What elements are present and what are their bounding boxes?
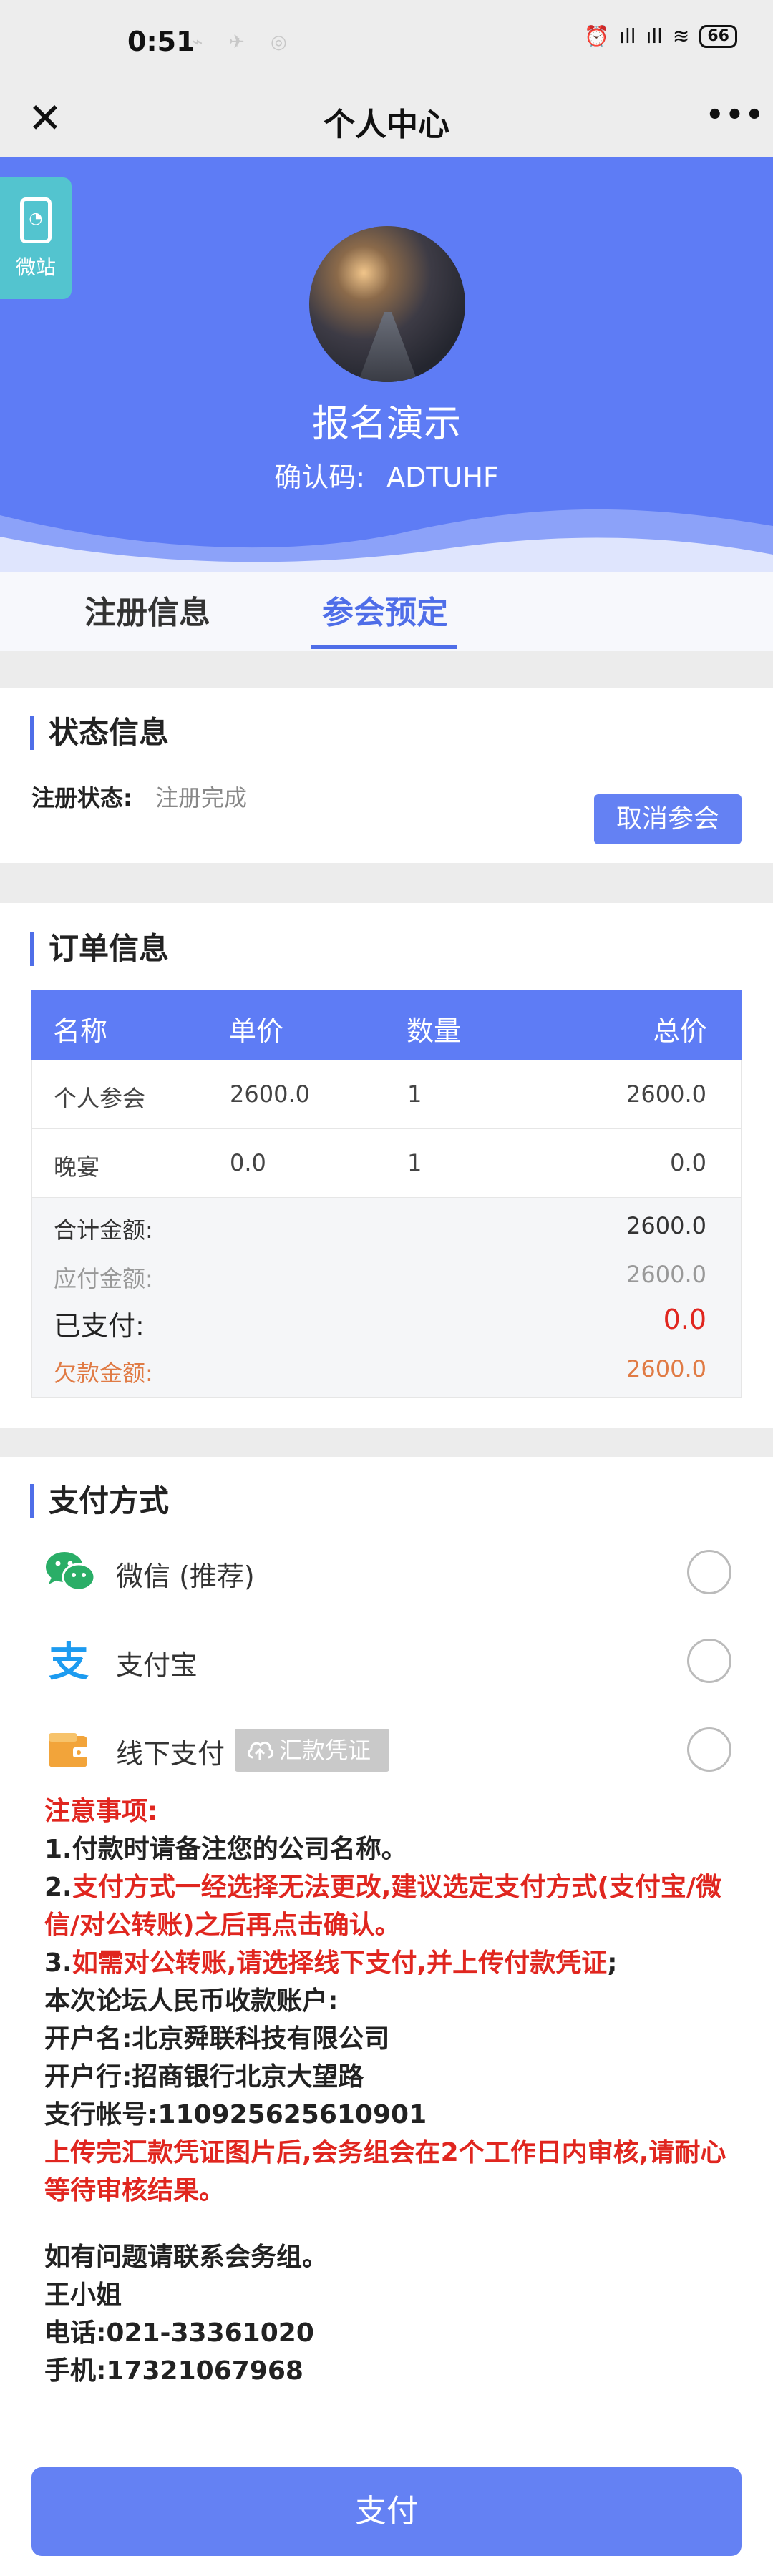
col-price: 单价 xyxy=(229,1015,284,1047)
cloud-upload-icon xyxy=(247,1741,274,1760)
table-header: 名称 单价 数量 总价 xyxy=(31,990,742,1060)
profile-header: ◔ 微站 报名演示 确认码: ADTUHF xyxy=(0,157,773,572)
offline-radio[interactable] xyxy=(687,1727,731,1772)
signal-icon-2: ıll xyxy=(646,24,663,48)
due-value: 2600.0 xyxy=(626,1261,706,1288)
row-price: 0.0 xyxy=(230,1149,266,1176)
payment-option-alipay[interactable]: 支 支付宝 xyxy=(44,1631,731,1689)
contact-title: 如有问题请联系会务组。 xyxy=(44,2243,329,2272)
row-name: 晚宴 xyxy=(54,1153,100,1181)
tab-active-indicator xyxy=(311,645,457,649)
owed-label: 欠款金额: xyxy=(54,1360,153,1387)
notes-line-3: 3.如需对公转账,请选择线下支付,并上传付款凭证; xyxy=(44,1948,618,1978)
battery-icon: 66 xyxy=(699,24,737,48)
col-total: 总价 xyxy=(652,1015,707,1047)
page-title: 个人中心 xyxy=(324,107,449,143)
row-qty: 1 xyxy=(407,1149,422,1176)
alipay-label: 支付宝 xyxy=(116,1649,198,1681)
tab-registration[interactable]: 注册信息 xyxy=(84,587,210,633)
offline-label: 线下支付 xyxy=(116,1738,225,1770)
status-time: 0:51 xyxy=(127,26,195,57)
reg-status-row: 注册状态: 注册完成 xyxy=(31,780,247,813)
weizhan-button[interactable]: ◔ 微站 xyxy=(0,177,72,299)
notes-heading: 注意事项: xyxy=(44,1797,158,1826)
upload-voucher-label: 汇款凭证 xyxy=(279,1737,371,1764)
status-notification-icons: ⌁ ✈ ◎ xyxy=(192,31,297,53)
review-note: 上传完汇款凭证图片后,会务组会在2个工作日内审核,请耐心等待审核结果。 xyxy=(44,2138,726,2205)
payment-option-wechat[interactable]: 微信 (推荐) xyxy=(44,1543,731,1600)
total-value: 2600.0 xyxy=(626,1212,706,1239)
pay-button[interactable]: 支付 xyxy=(31,2467,742,2556)
notes-line-1: 1.付款时请备注您的公司名称。 xyxy=(44,1835,407,1864)
wallet-icon xyxy=(49,1733,89,1767)
account-title: 本次论坛人民币收款账户: xyxy=(44,1986,339,2016)
user-name: 报名演示 xyxy=(311,403,461,446)
order-section-title: 订单信息 xyxy=(30,932,169,966)
paid-label: 已支付: xyxy=(54,1310,145,1342)
signal-icon: ıll xyxy=(619,24,636,48)
contact-name: 王小姐 xyxy=(44,2280,122,2310)
reg-status-value: 注册完成 xyxy=(155,784,247,811)
cancel-attendance-button[interactable]: 取消参会 xyxy=(594,794,742,844)
account-name: 开户名:北京舜联科技有限公司 xyxy=(44,2024,390,2054)
account-bank: 开户行:招商银行北京大望路 xyxy=(44,2062,364,2092)
payment-notes: 注意事项: 1.付款时请备注您的公司名称。 2.支付方式一经选择无法更改,建议选… xyxy=(44,1792,746,2390)
col-qty: 数量 xyxy=(407,1015,462,1047)
avatar xyxy=(309,226,465,382)
owed-value: 2600.0 xyxy=(626,1355,706,1382)
upload-voucher-button[interactable]: 汇款凭证 xyxy=(235,1729,389,1772)
tab-bar: 注册信息 参会预定 xyxy=(0,572,773,651)
paid-value: 0.0 xyxy=(663,1304,706,1335)
header-wave xyxy=(0,509,773,572)
table-row: 晚宴 0.0 1 0.0 xyxy=(31,1129,742,1198)
row-total: 2600.0 xyxy=(626,1080,706,1108)
due-label: 应付金额: xyxy=(54,1265,153,1292)
payment-option-offline[interactable]: 线下支付 汇款凭证 xyxy=(44,1720,731,1777)
weizhan-label: 微站 xyxy=(15,255,56,279)
row-name: 个人参会 xyxy=(54,1085,146,1112)
reg-status-label: 注册状态: xyxy=(31,784,132,811)
notes-line-2: 2.支付方式一经选择无法更改,建议选定支付方式(支付宝/微信/对公转账)之后再点… xyxy=(44,1873,722,1940)
order-summary: 合计金额: 2600.0 应付金额: 2600.0 已支付: 0.0 欠款金额:… xyxy=(31,1198,742,1398)
contact-phone: 电话:021-33361020 xyxy=(44,2318,314,2348)
phone-chat-icon: ◔ xyxy=(20,197,52,243)
wifi-icon: ≋ xyxy=(672,24,690,48)
nav-bar: ✕ 个人中心 ••• xyxy=(0,79,773,157)
wechat-label: 微信 (推荐) xyxy=(116,1561,255,1592)
contact-mobile: 手机:17321067968 xyxy=(44,2356,303,2386)
status-section-title: 状态信息 xyxy=(30,716,169,750)
alipay-radio[interactable] xyxy=(687,1639,731,1683)
tab-booking[interactable]: 参会预定 xyxy=(322,587,448,633)
col-name: 名称 xyxy=(53,1015,108,1047)
payment-section-title: 支付方式 xyxy=(30,1484,169,1518)
account-number: 支行帐号:110925625610901 xyxy=(44,2100,427,2129)
wechat-icon xyxy=(46,1552,96,1591)
row-total: 0.0 xyxy=(670,1149,706,1176)
svg-text:支: 支 xyxy=(49,1639,89,1683)
alarm-icon: ⏰ xyxy=(584,24,610,48)
status-bar: 0:51 ⌁ ✈ ◎ ⏰ ıll ıll ≋ 66 xyxy=(0,0,773,79)
row-qty: 1 xyxy=(407,1080,422,1108)
status-icons: ⏰ ıll ıll ≋ 66 xyxy=(584,24,737,48)
alipay-icon: 支 xyxy=(49,1639,89,1683)
row-price: 2600.0 xyxy=(230,1080,310,1108)
more-icon[interactable]: ••• xyxy=(706,94,764,142)
table-row: 个人参会 2600.0 1 2600.0 xyxy=(31,1060,742,1129)
wechat-radio[interactable] xyxy=(687,1550,731,1594)
total-label: 合计金额: xyxy=(54,1216,153,1244)
order-table: 名称 单价 数量 总价 个人参会 2600.0 1 2600.0 晚宴 0.0 … xyxy=(31,990,742,1398)
